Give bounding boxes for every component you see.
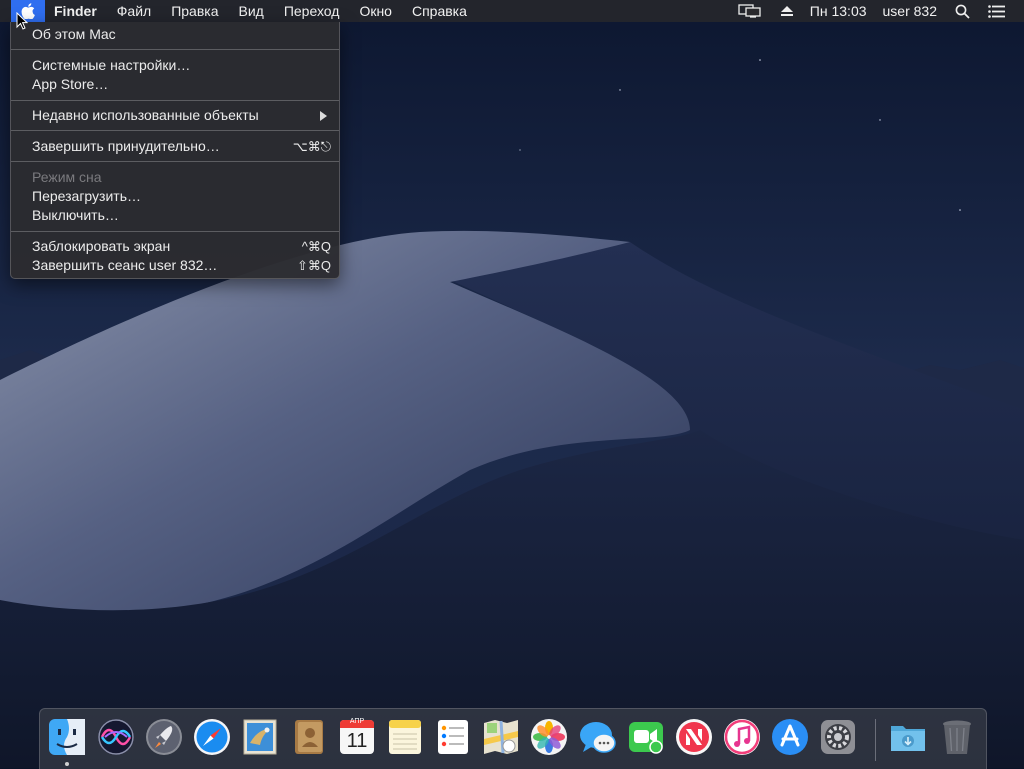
itunes-icon — [724, 719, 760, 755]
menu-item-sleep: Режим сна — [11, 168, 339, 187]
menu-item-about-this-mac[interactable]: Об этом Mac — [11, 25, 339, 44]
menu-separator — [11, 231, 339, 232]
photos-icon — [531, 719, 567, 755]
menu-bar: Finder Файл Правка Вид Переход Окно Спра… — [0, 0, 1024, 22]
apple-menu-dropdown: Об этом Mac Системные настройки… App Sto… — [10, 22, 340, 279]
menu-go[interactable]: Переход — [274, 0, 350, 22]
menu-item-label: Завершить принудительно… — [32, 138, 220, 154]
menu-separator — [11, 161, 339, 162]
dock-launchpad[interactable] — [144, 717, 184, 757]
display-mirroring-button[interactable] — [729, 0, 771, 22]
menu-bar-left: Finder Файл Правка Вид Переход Окно Спра… — [0, 0, 477, 22]
finder-running-indicator — [65, 762, 69, 766]
menu-item-label: Режим сна — [32, 169, 102, 185]
dock-downloads-folder[interactable] — [888, 717, 928, 757]
dock-maps[interactable] — [481, 717, 521, 757]
menu-item-restart[interactable]: Перезагрузить… — [11, 187, 339, 206]
dock-app-store[interactable] — [770, 717, 810, 757]
notification-center-icon — [988, 4, 1005, 18]
menu-item-label: Заблокировать экран — [32, 238, 171, 254]
menu-file[interactable]: Файл — [107, 0, 161, 22]
calendar-month: АПР — [349, 718, 365, 725]
menu-item-shortcut: ^⌘Q — [301, 239, 331, 254]
menu-item-recent-items[interactable]: Недавно использованные объекты — [11, 106, 339, 125]
menu-item-label: Об этом Mac — [32, 26, 116, 42]
dock-finder[interactable] — [47, 717, 87, 757]
app-menu-finder[interactable]: Finder — [45, 0, 107, 22]
eject-button[interactable] — [771, 0, 803, 22]
calendar-day: 11 — [346, 730, 368, 752]
menu-view[interactable]: Вид — [229, 0, 274, 22]
siri-icon — [98, 719, 134, 755]
mouse-cursor-icon — [16, 12, 28, 30]
facetime-icon — [629, 722, 663, 754]
dock-separator — [875, 719, 876, 761]
submenu-arrow-icon — [320, 111, 327, 121]
notification-center-button[interactable] — [979, 0, 1014, 22]
messages-icon — [580, 722, 616, 753]
menu-item-label: Системные настройки… — [32, 57, 191, 73]
display-mirroring-icon — [738, 4, 761, 18]
safari-icon — [194, 719, 230, 755]
dock-siri[interactable] — [96, 717, 136, 757]
contacts-icon — [295, 720, 323, 754]
news-icon — [676, 719, 712, 755]
launchpad-icon — [146, 719, 182, 755]
fast-user-switching-menu[interactable]: user 832 — [874, 0, 946, 22]
downloads-folder-icon — [891, 726, 925, 751]
menu-item-label: Выключить… — [32, 207, 119, 223]
dock-safari[interactable] — [192, 717, 232, 757]
menu-item-label: Завершить сеанс user 832… — [32, 257, 218, 273]
menu-item-shut-down[interactable]: Выключить… — [11, 206, 339, 225]
dock-trash[interactable] — [937, 717, 977, 757]
dock-mail[interactable] — [240, 717, 280, 757]
dock: АПР 11 — [39, 708, 987, 769]
dock-contacts[interactable] — [289, 717, 329, 757]
maps-icon — [484, 720, 518, 754]
menu-item-system-preferences[interactable]: Системные настройки… — [11, 56, 339, 75]
notes-icon — [389, 720, 421, 754]
dock-reminders[interactable] — [433, 717, 473, 757]
spotlight-button[interactable] — [946, 0, 979, 22]
menu-item-shortcut: ⌥⌘⎋ — [292, 139, 331, 154]
dock-news[interactable] — [674, 717, 714, 757]
dock-messages[interactable] — [578, 717, 618, 757]
menu-item-lock-screen[interactable]: Заблокировать экран ^⌘Q — [11, 237, 339, 256]
mail-icon — [243, 719, 277, 755]
dock-itunes[interactable] — [722, 717, 762, 757]
menu-bar-status-area: Пн 13:03 user 832 — [729, 0, 1024, 22]
menu-item-label: Недавно использованные объекты — [32, 107, 259, 123]
system-preferences-icon — [821, 720, 855, 754]
dock-system-preferences[interactable] — [818, 717, 858, 757]
dock-notes[interactable] — [385, 717, 425, 757]
menu-separator — [11, 49, 339, 50]
menu-item-log-out[interactable]: Завершить сеанс user 832… ⇧⌘Q — [11, 256, 339, 275]
dock-calendar[interactable]: АПР 11 — [337, 717, 377, 757]
dock-photos[interactable] — [529, 717, 569, 757]
menu-item-force-quit[interactable]: Завершить принудительно… ⌥⌘⎋ — [11, 137, 339, 156]
menu-item-shortcut: ⇧⌘Q — [296, 258, 331, 273]
menu-item-app-store[interactable]: App Store… — [11, 75, 339, 94]
menu-window[interactable]: Окно — [349, 0, 402, 22]
reminders-icon — [438, 720, 468, 754]
menu-help[interactable]: Справка — [402, 0, 477, 22]
spotlight-search-icon — [955, 4, 970, 19]
dock-facetime[interactable] — [626, 717, 666, 757]
menu-bar-clock[interactable]: Пн 13:03 — [803, 0, 874, 22]
eject-icon — [780, 6, 793, 16]
menu-item-label: App Store… — [32, 76, 109, 92]
finder-icon — [49, 719, 85, 755]
menu-separator — [11, 100, 339, 101]
app-store-icon — [772, 719, 808, 755]
menu-item-label: Перезагрузить… — [32, 188, 141, 204]
menu-edit[interactable]: Правка — [161, 0, 228, 22]
menu-separator — [11, 130, 339, 131]
trash-icon — [943, 720, 971, 754]
